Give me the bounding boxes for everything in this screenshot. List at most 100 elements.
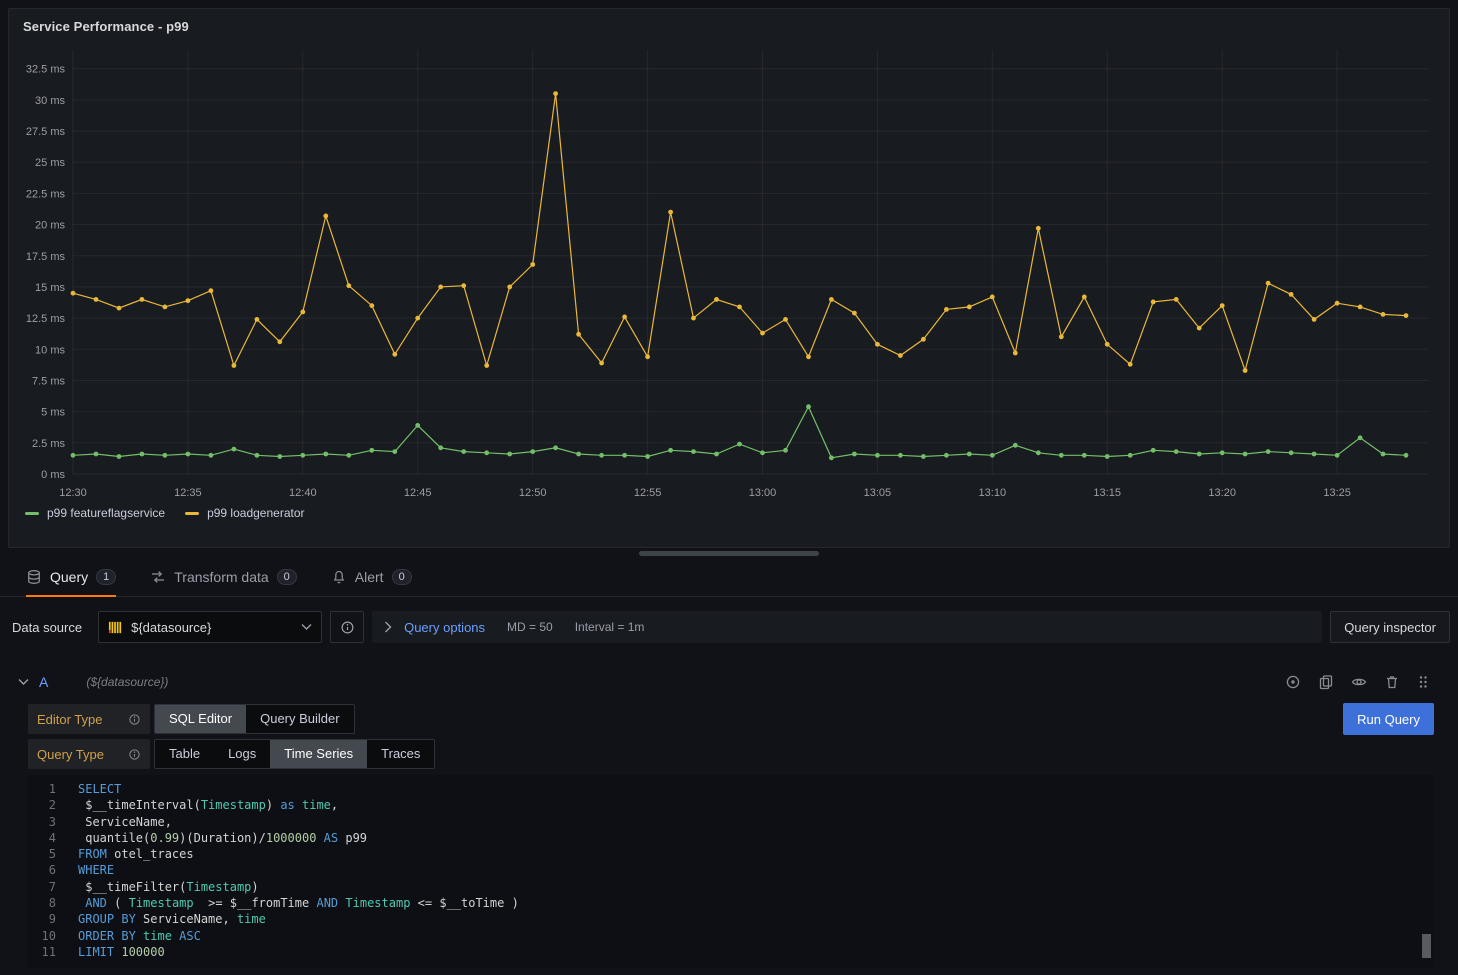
svg-text:12:40: 12:40 [289, 487, 317, 499]
datasource-help-button[interactable] [330, 611, 364, 643]
code-text: quantile(0.99)(Duration)/1000000 AS p99 [56, 830, 367, 846]
grafana-panel-editor: Service Performance - p99 0 ms2.5 ms5 ms… [0, 8, 1458, 975]
panel-resize-handle[interactable] [639, 551, 819, 556]
collapse-chevron-icon[interactable] [18, 678, 29, 686]
svg-text:15 ms: 15 ms [35, 282, 65, 294]
svg-text:12:55: 12:55 [634, 487, 662, 499]
svg-text:13:05: 13:05 [864, 487, 892, 499]
tab-count-badge: 0 [392, 569, 412, 585]
query-options-label[interactable]: Query options [404, 620, 485, 635]
code-text: $__timeFilter(Timestamp) [56, 879, 259, 895]
svg-text:13:00: 13:00 [749, 487, 777, 499]
run-query-button[interactable]: Run Query [1343, 703, 1434, 735]
code-text: SELECT [56, 781, 121, 797]
legend-item[interactable]: p99 featureflagservice [25, 506, 165, 520]
query-editor: Editor Type SQL EditorQuery Builder Run … [28, 703, 1434, 968]
code-text: GROUP BY ServiceName, time [56, 911, 266, 927]
transform-icon [150, 569, 166, 585]
code-line[interactable]: 8 AND ( Timestamp >= $__fromTime AND Tim… [28, 895, 1434, 911]
svg-text:22.5 ms: 22.5 ms [26, 188, 66, 200]
datasource-picker[interactable]: ${datasource} [98, 611, 322, 643]
svg-text:12:50: 12:50 [519, 487, 547, 499]
query-type-label-text: Query Type [37, 747, 104, 762]
query-row-header[interactable]: A (${datasource}) [8, 667, 1450, 697]
svg-text:0 ms: 0 ms [41, 469, 65, 481]
tab-transform-data[interactable]: Transform data 0 [148, 558, 299, 596]
query-actions [1284, 673, 1440, 691]
info-icon[interactable] [128, 748, 141, 761]
code-text: WHERE [56, 862, 114, 878]
code-line[interactable]: 9GROUP BY ServiceName, time [28, 911, 1434, 927]
tab-alert[interactable]: Alert 0 [329, 558, 414, 596]
svg-text:20 ms: 20 ms [35, 220, 65, 232]
query-datasource-hint: (${datasource}) [86, 675, 168, 689]
tab-query[interactable]: Query 1 [24, 558, 118, 596]
toggle-option-sql-editor[interactable]: SQL Editor [155, 705, 246, 733]
svg-text:10 ms: 10 ms [35, 344, 65, 356]
toggle-option-query-builder[interactable]: Query Builder [246, 705, 353, 733]
legend-item[interactable]: p99 loadgenerator [185, 506, 304, 520]
svg-text:5 ms: 5 ms [41, 407, 65, 419]
panel-resize-area [0, 548, 1458, 558]
code-line[interactable]: 5FROM otel_traces [28, 846, 1434, 862]
svg-text:12:30: 12:30 [59, 487, 87, 499]
toggle-option-table[interactable]: Table [155, 740, 214, 768]
line-number: 9 [28, 911, 56, 927]
help-icon [340, 620, 355, 635]
drag-handle-icon[interactable] [1416, 673, 1430, 691]
code-line[interactable]: 4 quantile(0.99)(Duration)/1000000 AS p9… [28, 830, 1434, 846]
editor-tabs: Query 1 Transform data 0 Alert 0 [0, 558, 1458, 597]
code-line[interactable]: 1SELECT [28, 781, 1434, 797]
line-number: 5 [28, 846, 56, 862]
duplicate-query-icon[interactable] [1317, 673, 1335, 691]
code-line[interactable]: 3 ServiceName, [28, 814, 1434, 830]
code-text: FROM otel_traces [56, 846, 194, 862]
interval-text: Interval = 1m [575, 620, 645, 634]
query-inspector-button[interactable]: Query inspector [1330, 611, 1450, 643]
hide-response-icon[interactable] [1350, 673, 1368, 691]
toggle-option-time-series[interactable]: Time Series [270, 740, 367, 768]
code-line[interactable]: 2 $__timeInterval(Timestamp) as time, [28, 797, 1434, 813]
editor-scrollbar[interactable] [1422, 934, 1431, 958]
code-text: LIMIT 100000 [56, 944, 165, 960]
svg-text:32.5 ms: 32.5 ms [26, 64, 66, 76]
line-number: 3 [28, 814, 56, 830]
svg-text:13:10: 13:10 [979, 487, 1007, 499]
query-type-toggle: TableLogsTime SeriesTraces [154, 739, 435, 769]
disable-query-icon[interactable] [1284, 673, 1302, 691]
timeseries-chart[interactable]: 0 ms2.5 ms5 ms7.5 ms10 ms12.5 ms15 ms17.… [17, 36, 1441, 504]
datasource-value: ${datasource} [131, 620, 211, 635]
sql-code-editor[interactable]: 1SELECT2 $__timeInterval(Timestamp) as t… [28, 775, 1434, 968]
toggle-option-traces[interactable]: Traces [367, 740, 434, 768]
legend-series-swatch [185, 512, 199, 515]
toggle-option-logs[interactable]: Logs [214, 740, 270, 768]
remove-query-icon[interactable] [1383, 673, 1401, 691]
svg-text:7.5 ms: 7.5 ms [32, 376, 66, 388]
chevron-right-icon [384, 621, 392, 633]
code-text: ORDER BY time ASC [56, 928, 201, 944]
svg-text:17.5 ms: 17.5 ms [26, 251, 66, 263]
query-options-bar[interactable]: Query options MD = 50 Interval = 1m [372, 611, 1322, 643]
max-data-points-text: MD = 50 [507, 620, 553, 634]
chevron-down-icon [301, 623, 312, 631]
legend-series-swatch [25, 512, 39, 515]
svg-text:12:45: 12:45 [404, 487, 432, 499]
code-line[interactable]: 6WHERE [28, 862, 1434, 878]
svg-text:12.5 ms: 12.5 ms [26, 313, 66, 325]
info-icon[interactable] [128, 713, 141, 726]
svg-text:25 ms: 25 ms [35, 157, 65, 169]
line-number: 6 [28, 862, 56, 878]
code-text: ServiceName, [56, 814, 172, 830]
query-type-row: Query Type TableLogsTime SeriesTraces [28, 739, 1434, 769]
legend-series-label: p99 loadgenerator [207, 506, 304, 520]
code-line[interactable]: 11LIMIT 100000 [28, 944, 1434, 960]
code-line[interactable]: 7 $__timeFilter(Timestamp) [28, 879, 1434, 895]
clickhouse-datasource-icon [108, 620, 123, 635]
line-number: 8 [28, 895, 56, 911]
line-number: 7 [28, 879, 56, 895]
data-source-label: Data source [12, 620, 82, 635]
code-line[interactable]: 10ORDER BY time ASC [28, 928, 1434, 944]
tab-count-badge: 1 [96, 569, 116, 585]
sql-code-lines: 1SELECT2 $__timeInterval(Timestamp) as t… [28, 781, 1434, 960]
timeseries-panel: Service Performance - p99 0 ms2.5 ms5 ms… [8, 8, 1450, 548]
